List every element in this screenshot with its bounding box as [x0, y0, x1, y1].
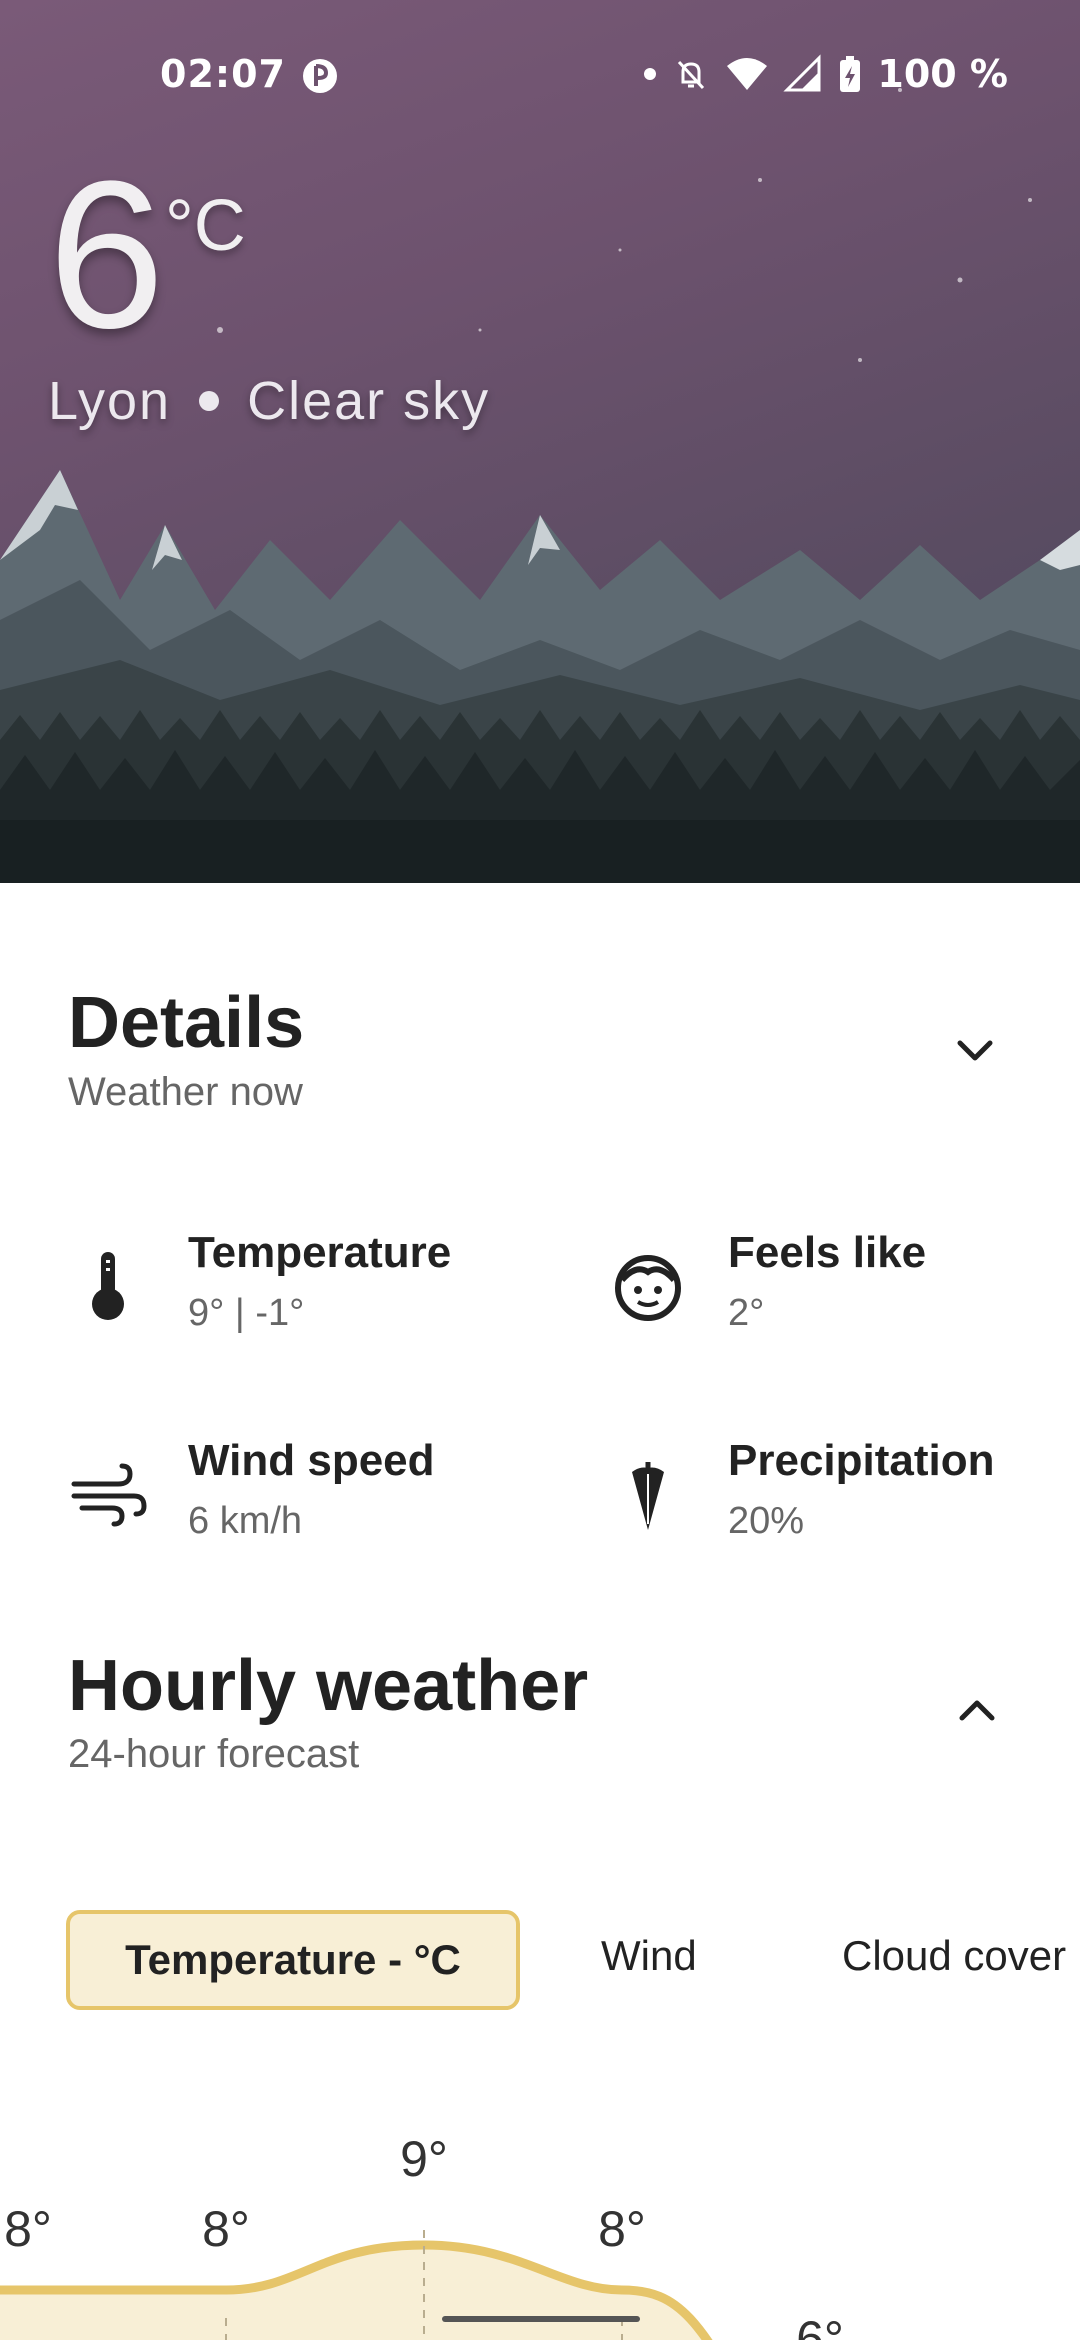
status-icons: 100 %	[643, 52, 1008, 96]
chart-canvas	[0, 2230, 713, 2340]
weather-hero: 02:07 100 % 6 °C Lyon Clear sky	[0, 0, 1080, 883]
cell-signal-icon	[783, 54, 821, 92]
app-notification-icon	[303, 59, 337, 93]
detail-value: 6 km/h	[188, 1500, 303, 1542]
chevron-up-icon[interactable]	[952, 1686, 1002, 1736]
hourly-temperature-chart: 8° 8° 9° 8° 6°	[0, 2100, 1080, 2340]
tab-wind[interactable]: Wind	[601, 1910, 697, 2002]
chart-value-label: 8°	[202, 2201, 250, 2257]
current-temperature: 6	[48, 137, 165, 372]
details-title: Details	[68, 983, 305, 1063]
chart-value-label: 9°	[400, 2131, 448, 2187]
hourly-subtitle: 24-hour forecast	[68, 1732, 360, 1776]
wifi-icon	[727, 58, 768, 90]
tab-cloud-cover[interactable]: Cloud cover	[842, 1910, 1066, 2002]
chevron-down-icon[interactable]	[950, 1025, 1000, 1075]
detail-label: Wind speed	[188, 1436, 435, 1485]
bell-off-icon	[678, 60, 705, 90]
status-bar: 02:07 100 %	[0, 40, 1080, 110]
wind-icon	[71, 1463, 147, 1527]
chart-value-label: 8°	[598, 2201, 646, 2257]
home-indicator[interactable]	[442, 2316, 640, 2322]
temperature-unit: °C	[165, 186, 246, 266]
detail-value: 20%	[728, 1500, 805, 1542]
mountain-landscape	[0, 470, 1080, 883]
separator-dot-icon	[199, 391, 220, 411]
detail-label: Precipitation	[728, 1436, 995, 1485]
battery-charging-icon	[840, 56, 861, 92]
hourly-title: Hourly weather	[68, 1646, 589, 1726]
detail-value: 2°	[728, 1292, 765, 1334]
detail-label: Temperature	[188, 1228, 452, 1277]
weather-condition: Clear sky	[247, 371, 491, 431]
face-icon	[615, 1255, 681, 1321]
tab-temperature[interactable]: Temperature - °C	[66, 1910, 520, 2010]
detail-temperature: Temperature 9° | -1°	[68, 1228, 568, 1348]
umbrella-icon	[632, 1462, 664, 1530]
chart-value-label: 8°	[4, 2201, 52, 2257]
weather-screen: 02:07 100 % 6 °C Lyon Clear sky Details …	[0, 0, 1080, 2340]
battery-percentage: 100 %	[877, 52, 1008, 96]
city-name: Lyon	[48, 371, 172, 431]
details-subtitle: Weather now	[68, 1070, 303, 1114]
detail-wind-speed: Wind speed 6 km/h	[68, 1436, 568, 1556]
dot-icon	[644, 68, 657, 80]
status-time: 02:07	[160, 52, 286, 96]
chart-value-label: 6°	[796, 2311, 844, 2340]
thermometer-icon	[92, 1252, 124, 1320]
detail-precipitation: Precipitation 20%	[608, 1436, 1080, 1556]
detail-label: Feels like	[728, 1228, 927, 1277]
hourly-tabs: Temperature - °C Wind Cloud cover	[66, 1910, 1080, 2010]
detail-feels-like: Feels like 2°	[608, 1228, 1080, 1348]
location-condition: Lyon Clear sky	[48, 370, 490, 432]
detail-value: 9° | -1°	[188, 1292, 305, 1334]
